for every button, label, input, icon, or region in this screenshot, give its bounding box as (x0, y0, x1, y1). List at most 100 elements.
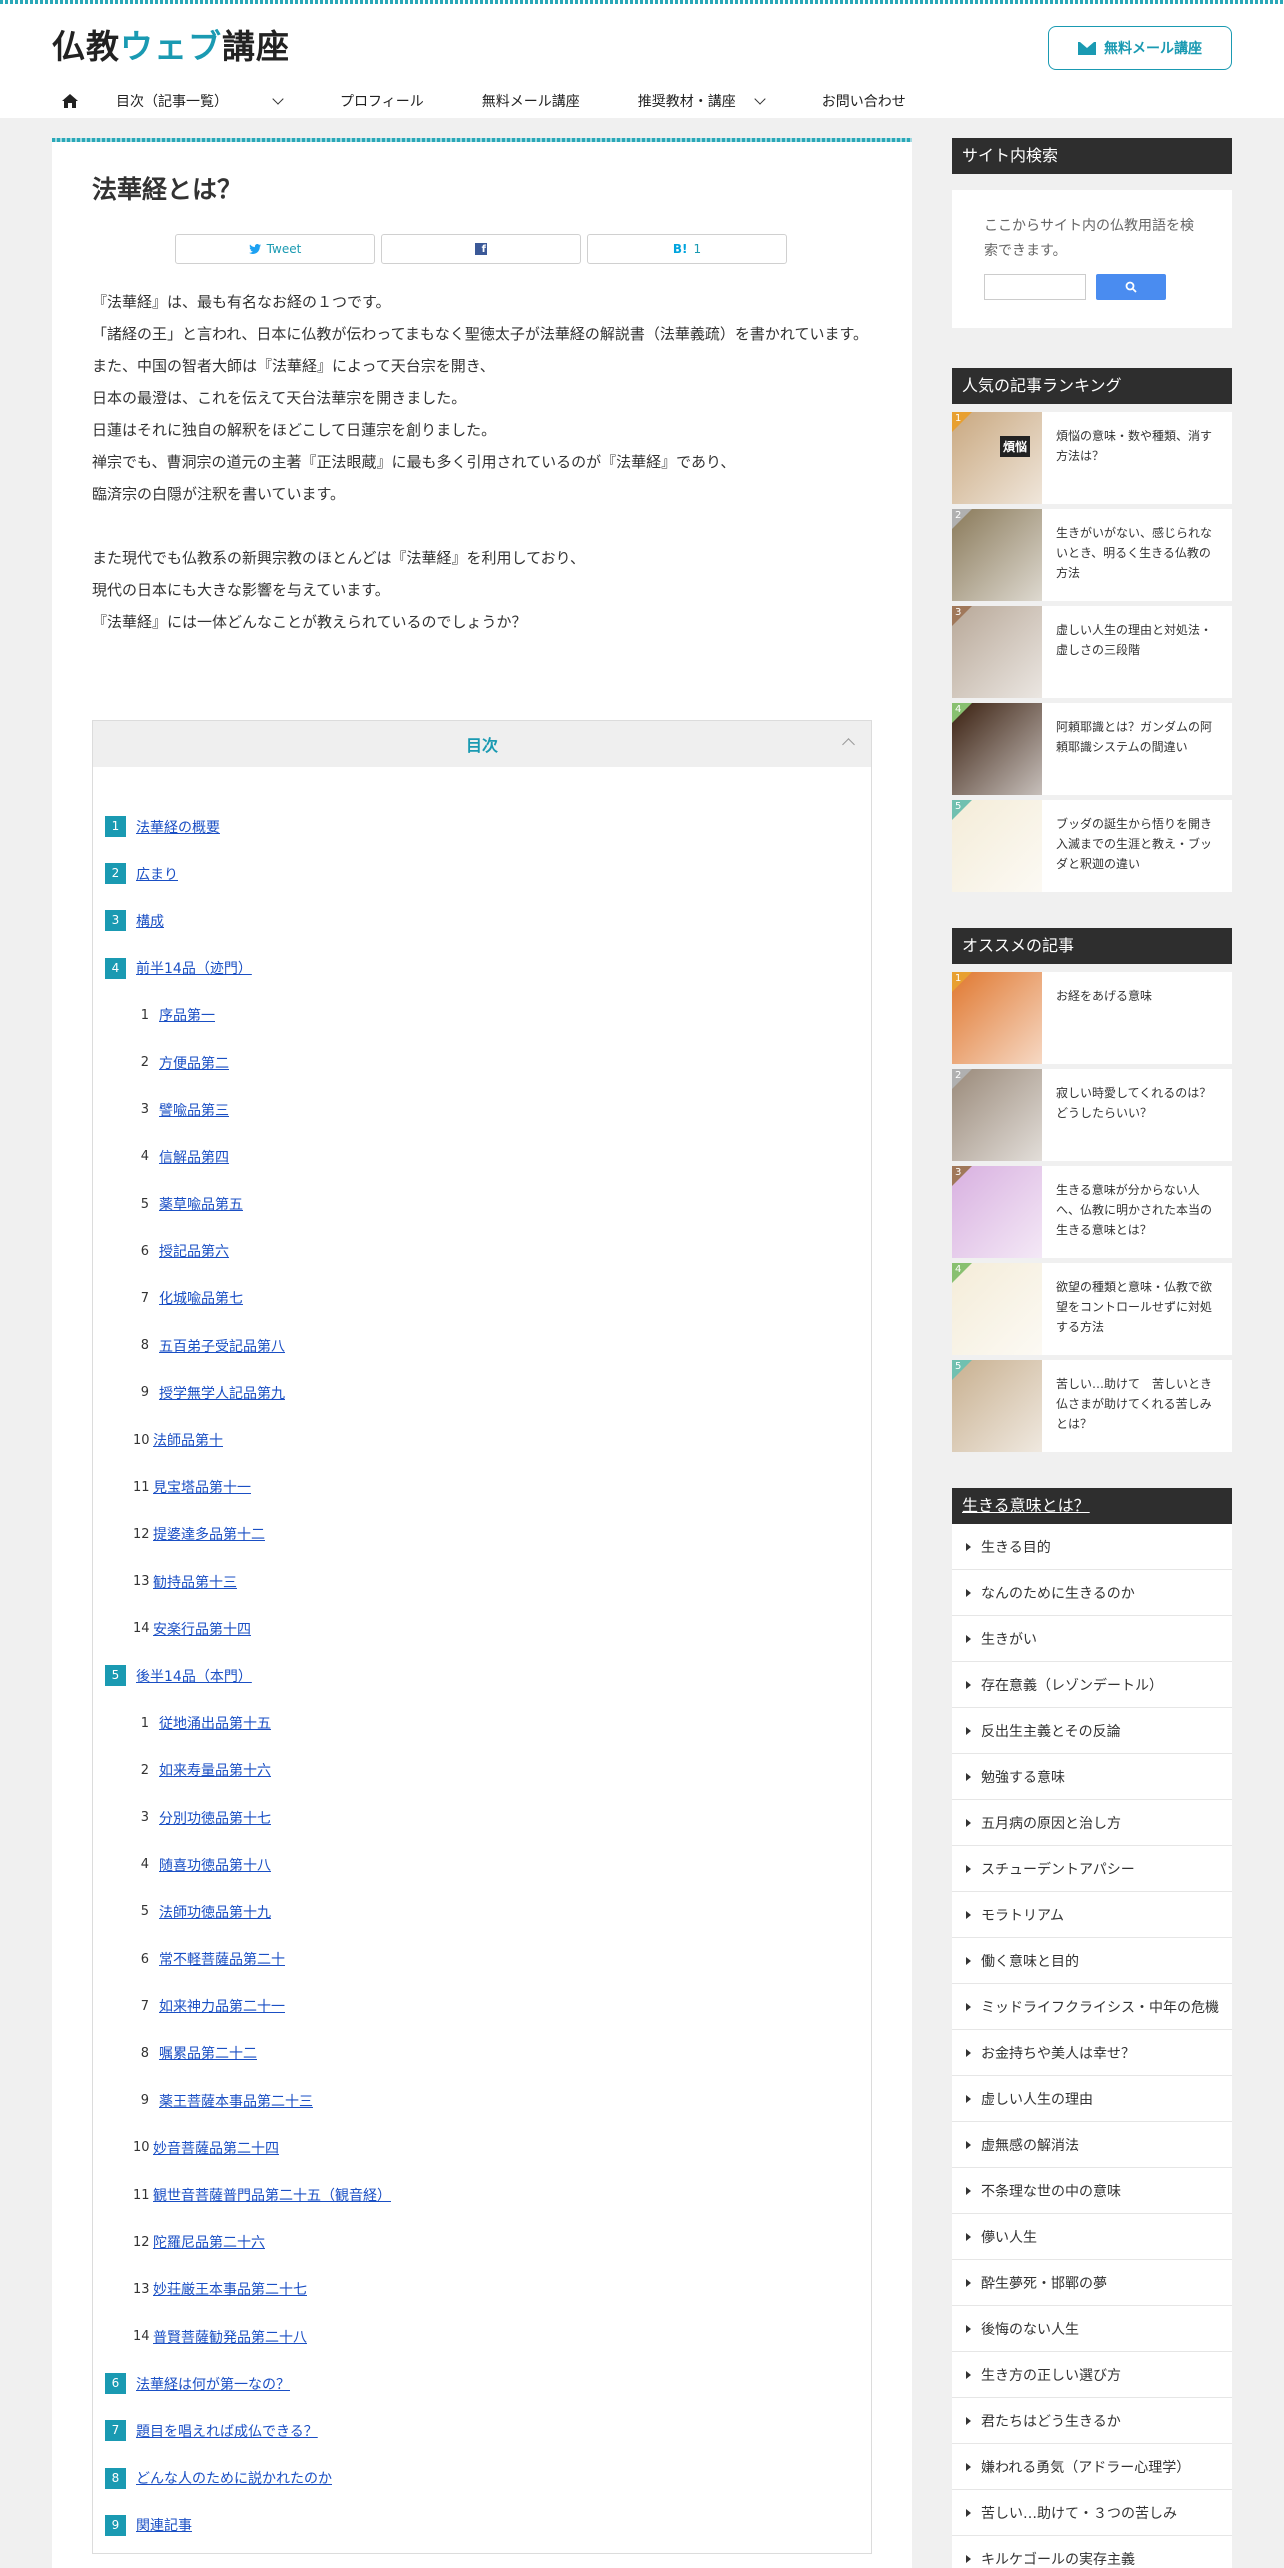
article-thumbnail[interactable]: 4 (952, 703, 1042, 795)
hatena-button[interactable]: B! 1 (587, 234, 787, 264)
article-card-title[interactable]: 寂しい時愛してくれるのは？どうしたらいい？ (1042, 1069, 1232, 1161)
toc-link[interactable]: 常不軽菩薩品第二十 (159, 1949, 285, 1969)
toc-link[interactable]: 妙音菩薩品第二十四 (153, 2138, 279, 2158)
toc-link[interactable]: 提婆達多品第十二 (153, 1524, 265, 1544)
meaning-widget-title[interactable]: 生きる意味とは？ (952, 1488, 1232, 1524)
meaning-list-item[interactable]: モラトリアム (952, 1892, 1232, 1938)
free-mail-button[interactable]: 無料メール講座 (1048, 26, 1232, 70)
meaning-list-item[interactable]: 虚無感の解消法 (952, 2122, 1232, 2168)
toc-link[interactable]: 勧持品第十三 (153, 1572, 237, 1592)
meaning-list-item[interactable]: ミッドライフクライシス・中年の危機 (952, 1984, 1232, 2030)
article-card[interactable]: 2 寂しい時愛してくれるのは？どうしたらいい？ (952, 1069, 1232, 1161)
facebook-button[interactable]: f (381, 234, 581, 264)
meaning-list-item[interactable]: 生きがい (952, 1616, 1232, 1662)
toc-link[interactable]: 如来寿量品第十六 (159, 1760, 271, 1780)
toc-link[interactable]: 題目を唱えれば成仏できる？ (136, 2421, 318, 2441)
article-card-title[interactable]: 欲望の種類と意味・仏教で欲望をコントロールせずに対処する方法 (1042, 1263, 1232, 1355)
meaning-list-item[interactable]: 勉強する意味 (952, 1754, 1232, 1800)
article-card[interactable]: 2 生きがいがない、感じられないとき、明るく生きる仏教の方法 (952, 509, 1232, 601)
meaning-list-item[interactable]: 酔生夢死・邯鄲の夢 (952, 2260, 1232, 2306)
toc-link[interactable]: 随喜功徳品第十八 (159, 1855, 271, 1875)
toc-link[interactable]: 授記品第六 (159, 1241, 229, 1261)
meaning-list-item[interactable]: 生き方の正しい選び方 (952, 2352, 1232, 2398)
article-card[interactable]: 1 煩悩 煩悩の意味・数や種類、消す方法は？ (952, 412, 1232, 504)
meaning-list-item[interactable]: スチューデントアパシー (952, 1846, 1232, 1892)
toc-link[interactable]: 授学無学人記品第九 (159, 1383, 285, 1403)
article-thumbnail[interactable]: 5 (952, 1360, 1042, 1452)
toc-link[interactable]: どんな人のために説かれたのか (136, 2468, 332, 2488)
meaning-list-item[interactable]: 後悔のない人生 (952, 2306, 1232, 2352)
article-thumbnail[interactable]: 4 (952, 1263, 1042, 1355)
toc-link[interactable]: 方便品第二 (159, 1053, 229, 1073)
toc-link[interactable]: 法華経の概要 (136, 817, 220, 837)
meaning-list-item[interactable]: 苦しい…助けて・３つの苦しみ (952, 2490, 1232, 2536)
article-card-title[interactable]: 生きがいがない、感じられないとき、明るく生きる仏教の方法 (1042, 509, 1232, 601)
toc-link[interactable]: 安楽行品第十四 (153, 1619, 251, 1639)
toc-link[interactable]: 序品第一 (159, 1005, 215, 1025)
toc-link[interactable]: 見宝塔品第十一 (153, 1477, 251, 1497)
article-card-title[interactable]: 煩悩の意味・数や種類、消す方法は？ (1042, 412, 1232, 504)
meaning-list-item[interactable]: 生きる目的 (952, 1524, 1232, 1570)
article-card-title[interactable]: 苦しい…助けて 苦しいとき仏さまが助けてくれる苦しみとは？ (1042, 1360, 1232, 1452)
meaning-list-item[interactable]: 君たちはどう生きるか (952, 2398, 1232, 2444)
meaning-list-item[interactable]: お金持ちや美人は幸せ？ (952, 2030, 1232, 2076)
meaning-list-item[interactable]: 虚しい人生の理由 (952, 2076, 1232, 2122)
article-thumbnail[interactable]: 5 (952, 800, 1042, 892)
toc-link[interactable]: 五百弟子受記品第八 (159, 1336, 285, 1356)
article-card[interactable]: 4 阿頼耶識とは？ガンダムの阿頼耶識システムの間違い (952, 703, 1232, 795)
toc-link[interactable]: 薬王菩薩本事品第二十三 (159, 2091, 313, 2111)
article-thumbnail[interactable]: 3 (952, 1166, 1042, 1258)
toc-link[interactable]: 法師品第十 (153, 1430, 223, 1450)
toc-link[interactable]: 関連記事 (136, 2515, 192, 2535)
toc-link[interactable]: 法華経は何が第一なの？ (136, 2374, 290, 2394)
article-card[interactable]: 4 欲望の種類と意味・仏教で欲望をコントロールせずに対処する方法 (952, 1263, 1232, 1355)
toc-link[interactable]: 信解品第四 (159, 1147, 229, 1167)
article-thumbnail[interactable]: 2 (952, 1069, 1042, 1161)
toc-link[interactable]: 後半14品（本門） (136, 1666, 252, 1686)
toc-link[interactable]: 化城喩品第七 (159, 1288, 243, 1308)
nav-item-contact[interactable]: お問い合わせ (794, 91, 936, 111)
toc-link[interactable]: 譬喩品第三 (159, 1100, 229, 1120)
article-card-title[interactable]: ブッダの誕生から悟りを開き入滅までの生涯と教え・ブッダと釈迦の違い (1042, 800, 1232, 892)
meaning-list-item[interactable]: 儚い人生 (952, 2214, 1232, 2260)
article-card[interactable]: 3 虚しい人生の理由と対処法・虚しさの三段階 (952, 606, 1232, 698)
meaning-list-item[interactable]: 存在意義（レゾンデートル） (952, 1662, 1232, 1708)
nav-item-profile[interactable]: プロフィール (312, 91, 454, 111)
meaning-list-item[interactable]: キルケゴールの実存主義 (952, 2536, 1232, 2568)
tweet-button[interactable]: Tweet (175, 234, 375, 264)
article-card-title[interactable]: 生きる意味が分からない人へ、仏教に明かされた本当の生きる意味とは？ (1042, 1166, 1232, 1258)
search-input[interactable] (984, 274, 1086, 300)
toc-link[interactable]: 法師功徳品第十九 (159, 1902, 271, 1922)
toc-link[interactable]: 如来神力品第二十一 (159, 1996, 285, 2016)
article-thumbnail[interactable]: 1 (952, 972, 1042, 1064)
article-card[interactable]: 5 苦しい…助けて 苦しいとき仏さまが助けてくれる苦しみとは？ (952, 1360, 1232, 1452)
article-thumbnail[interactable]: 2 (952, 509, 1042, 601)
article-card-title[interactable]: お経をあげる意味 (1042, 972, 1166, 1064)
toc-link[interactable]: 観世音菩薩普門品第二十五（観音経） (153, 2185, 391, 2205)
toc-link[interactable]: 陀羅尼品第二十六 (153, 2232, 265, 2252)
toc-link[interactable]: 嘱累品第二十二 (159, 2043, 257, 2063)
toc-link[interactable]: 普賢菩薩勧発品第二十八 (153, 2327, 307, 2347)
meaning-list-item[interactable]: 不条理な世の中の意味 (952, 2168, 1232, 2214)
article-card-title[interactable]: 阿頼耶識とは？ガンダムの阿頼耶識システムの間違い (1042, 703, 1232, 795)
toc-link[interactable]: 広まり (136, 864, 178, 884)
toc-link[interactable]: 分別功徳品第十七 (159, 1808, 271, 1828)
meaning-list-item[interactable]: 働く意味と目的 (952, 1938, 1232, 1984)
toc-link[interactable]: 構成 (136, 911, 164, 931)
meaning-list-item[interactable]: 嫌われる勇気（アドラー心理学） (952, 2444, 1232, 2490)
nav-item-index[interactable]: 目次（記事一覧） (88, 91, 312, 111)
toc-header[interactable]: 目次 (93, 721, 871, 767)
toc-link[interactable]: 妙荘厳王本事品第二十七 (153, 2279, 307, 2299)
toc-link[interactable]: 薬草喩品第五 (159, 1194, 243, 1214)
article-card[interactable]: 5 ブッダの誕生から悟りを開き入滅までの生涯と教え・ブッダと釈迦の違い (952, 800, 1232, 892)
article-thumbnail[interactable]: 1 煩悩 (952, 412, 1042, 504)
article-card-title[interactable]: 虚しい人生の理由と対処法・虚しさの三段階 (1042, 606, 1232, 698)
meaning-list-item[interactable]: 五月病の原因と治し方 (952, 1800, 1232, 1846)
article-thumbnail[interactable]: 3 (952, 606, 1042, 698)
toc-link[interactable]: 前半14品（迹門） (136, 958, 252, 978)
home-icon[interactable] (52, 94, 88, 108)
article-card[interactable]: 3 生きる意味が分からない人へ、仏教に明かされた本当の生きる意味とは？ (952, 1166, 1232, 1258)
toc-link[interactable]: 従地涌出品第十五 (159, 1713, 271, 1733)
nav-item-materials[interactable]: 推奨教材・講座 (610, 91, 794, 111)
meaning-list-item[interactable]: 反出生主義とその反論 (952, 1708, 1232, 1754)
